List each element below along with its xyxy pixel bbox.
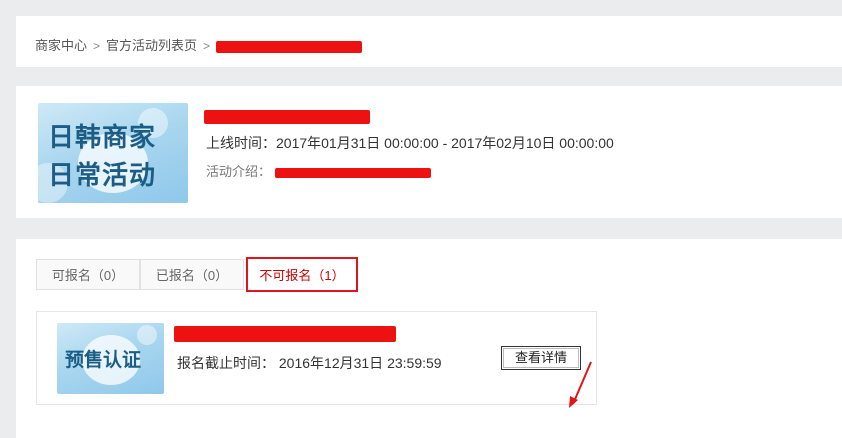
activity-item-banner-image: 预售认证 — [57, 323, 164, 394]
activity-info-card: 日韩商家 日常活动 上线时间：2017年01月31日 00:00:00 - 20… — [16, 86, 842, 218]
intro-text-redacted — [274, 167, 431, 178]
activity-list-card: 可报名（0） 已报名（0） 不可报名（1） 预售认证 报名截止时间： 2016年… — [16, 239, 842, 438]
red-arrow-annotation-icon — [569, 361, 592, 408]
chevron-right-icon: > — [203, 39, 211, 53]
banner-title-line1: 日韩商家 — [48, 123, 157, 153]
registration-deadline: 报名截止时间： 2016年12月31日 23:59:59 — [177, 355, 442, 371]
intro-label: 活动介绍： — [206, 164, 272, 179]
breadcrumb-merchant-center[interactable]: 商家中心 — [35, 38, 87, 53]
chevron-right-icon: > — [93, 39, 101, 53]
breadcrumb-current-redacted — [216, 40, 363, 53]
activity-item-title-redacted — [174, 326, 396, 342]
activity-banner-image: 日韩商家 日常活动 — [38, 103, 188, 203]
breadcrumb-card: 商家中心 > 官方活动列表页 > — [16, 16, 842, 67]
breadcrumb-activity-list[interactable]: 官方活动列表页 — [106, 38, 197, 53]
banner-title-line2: 日常活动 — [48, 161, 157, 191]
activity-intro: 活动介绍： — [206, 161, 431, 180]
breadcrumb: 商家中心 > 官方活动列表页 > — [35, 35, 363, 54]
online-time: 上线时间：2017年01月31日 00:00:00 - 2017年02月10日 … — [206, 135, 614, 151]
tab-registered[interactable]: 已报名（0） — [140, 259, 244, 290]
activity-list-item: 预售认证 报名截止时间： 2016年12月31日 23:59:59 查看详情 — [36, 311, 597, 408]
activity-item-banner-text: 预售认证 — [65, 349, 142, 371]
tab-available[interactable]: 可报名（0） — [36, 259, 140, 290]
tab-unavailable[interactable]: 不可报名（1） — [246, 257, 358, 292]
activity-title-redacted — [204, 110, 370, 124]
